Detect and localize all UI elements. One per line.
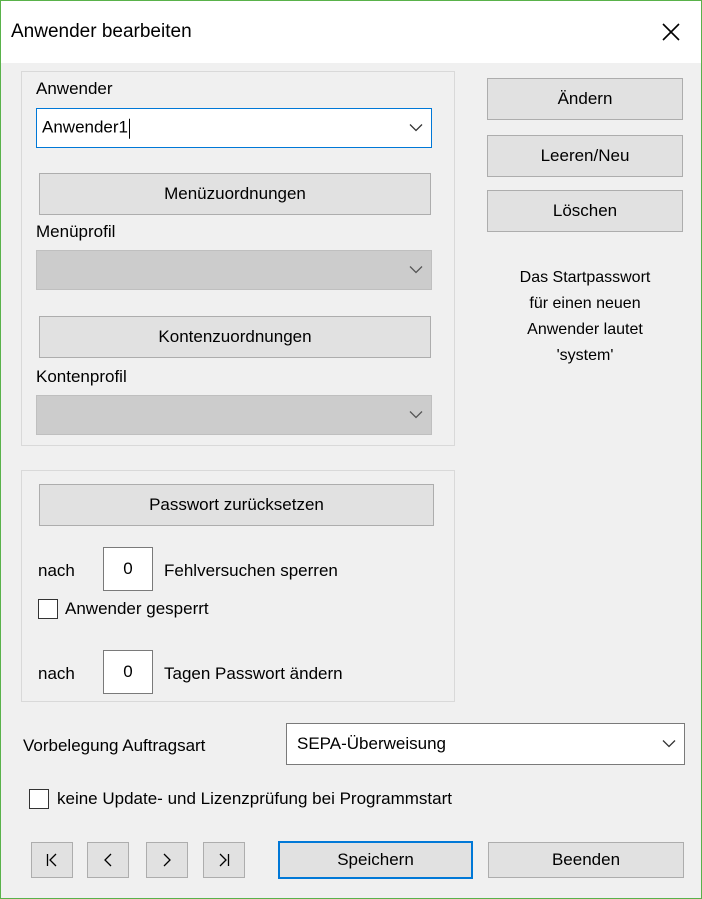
change-prefix-label: nach [38,664,75,683]
user-combobox[interactable]: Anwender1 [36,108,432,148]
change-button[interactable]: Ändern [487,78,683,120]
chevron-down-icon [409,411,423,419]
change-suffix-label: Tagen Passwort ändern [164,664,343,683]
clear-new-button[interactable]: Leeren/Neu [487,135,683,177]
menu-assignments-button[interactable]: Menüzuordnungen [39,173,431,215]
account-assignments-button[interactable]: Kontenzuordnungen [39,316,431,358]
user-label: Anwender [36,79,113,98]
lock-prefix-label: nach [38,561,75,580]
next-record-button[interactable] [146,842,188,878]
close-icon [662,23,680,41]
close-button[interactable] [641,1,701,63]
account-profile-label: Kontenprofil [36,367,127,386]
lock-attempts-input[interactable]: 0 [103,547,153,591]
dialog-window: Anwender bearbeiten Anwender Anwender1 M… [0,0,702,899]
user-value: Anwender1 [42,117,129,137]
start-password-info: Das Startpasswort für einen neuen Anwend… [519,269,651,364]
window-title: Anwender bearbeiten [11,21,192,42]
menu-profile-combobox[interactable] [36,250,432,290]
chevron-down-icon [662,740,676,748]
order-type-value: SEPA-Überweisung [297,734,446,753]
chevron-right-icon [163,853,171,867]
change-days-input[interactable]: 0 [103,650,153,694]
lock-suffix-label: Fehlversuchen sperren [164,561,338,580]
first-record-button[interactable] [31,842,73,878]
chevron-down-icon [409,124,423,132]
text-cursor [129,118,131,139]
user-locked-label: Anwender gesperrt [65,599,209,618]
user-locked-checkbox[interactable] [38,599,58,619]
reset-password-button[interactable]: Passwort zurücksetzen [39,484,434,526]
exit-button[interactable]: Beenden [488,842,684,878]
delete-button[interactable]: Löschen [487,190,683,232]
chevron-down-icon [409,266,423,274]
update-check-checkbox[interactable] [29,789,49,809]
order-type-label: Vorbelegung Auftragsart [23,736,206,755]
title-bar: Anwender bearbeiten [1,1,701,63]
last-record-icon [219,853,230,867]
menu-profile-label: Menüprofil [36,222,116,241]
chevron-left-icon [104,853,112,867]
update-check-label: keine Update- und Lizenzprüfung bei Prog… [57,789,452,808]
order-type-combobox[interactable]: SEPA-Überweisung [286,723,685,765]
last-record-button[interactable] [203,842,245,878]
account-profile-combobox[interactable] [36,395,432,435]
save-button[interactable]: Speichern [278,841,473,879]
previous-record-button[interactable] [87,842,129,878]
first-record-icon [46,853,57,867]
